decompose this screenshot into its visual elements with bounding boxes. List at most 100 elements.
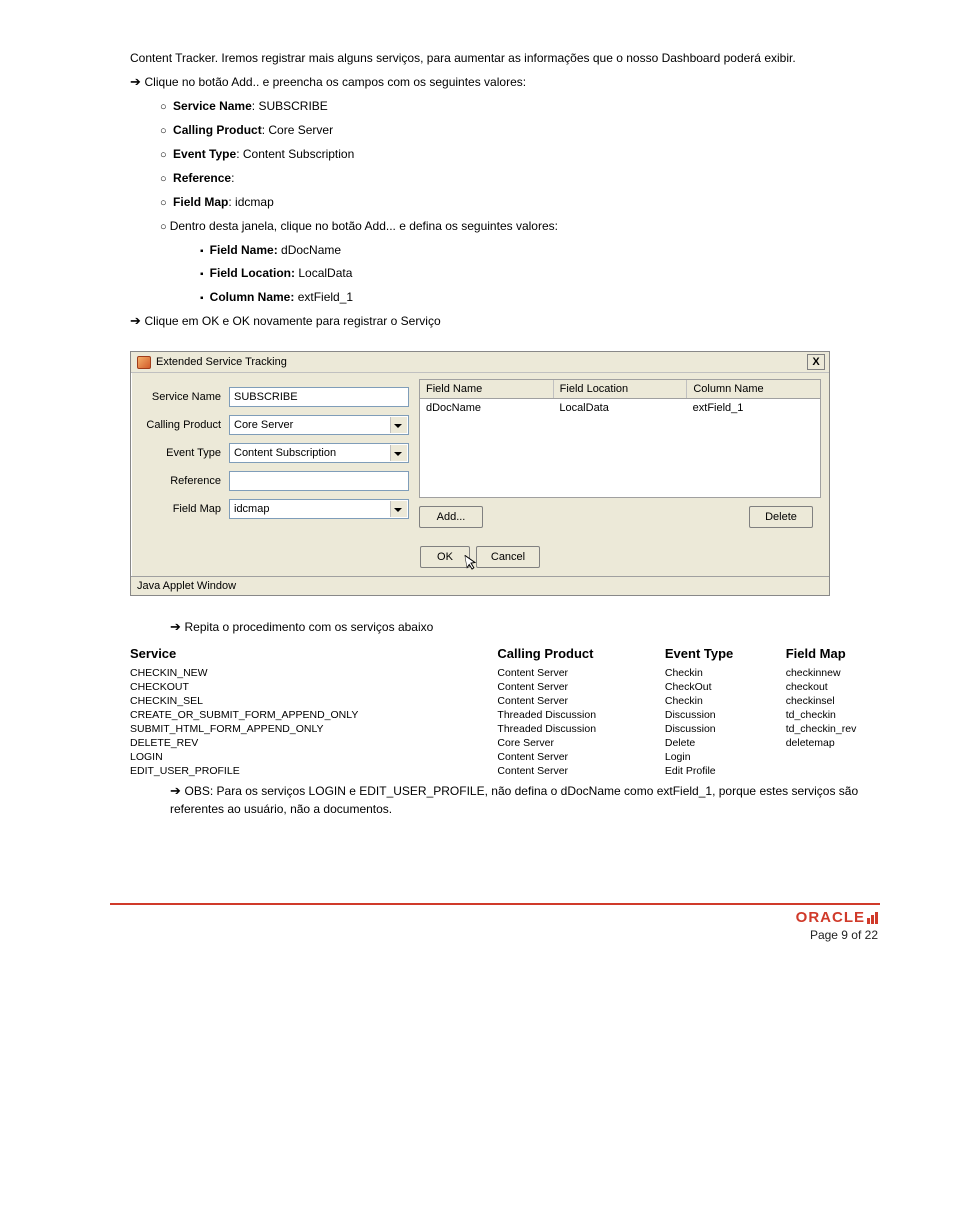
- label: Reference: [173, 171, 231, 185]
- sub-field-name: Field Name: dDocName: [200, 242, 880, 260]
- table-cell: checkinsel: [786, 694, 910, 708]
- select-event-type[interactable]: Content Subscription: [229, 443, 409, 463]
- select-value: Core Server: [234, 419, 293, 431]
- field-event-type: Event Type: Content Subscription: [160, 146, 880, 164]
- value: : Content Subscription: [236, 147, 354, 161]
- table-cell: [786, 750, 910, 764]
- table-cell: Discussion: [665, 722, 786, 736]
- table-row: EDIT_USER_PROFILEContent ServerEdit Prof…: [130, 764, 910, 778]
- table-row: LOGINContent ServerLogin: [130, 750, 910, 764]
- dialog-form-panel: Service Name SUBSCRIBE Calling Product C…: [139, 379, 409, 536]
- table-cell: deletemap: [786, 736, 910, 750]
- label: Calling Product: [173, 123, 262, 137]
- table-cell: Edit Profile: [665, 764, 786, 778]
- nested-step: Dentro desta janela, clique no botão Add…: [160, 218, 880, 236]
- delete-button[interactable]: Delete: [749, 506, 813, 528]
- table-cell: Content Server: [497, 694, 664, 708]
- field-reference: Reference:: [160, 170, 880, 188]
- table-cell: Checkin: [665, 694, 786, 708]
- grid-row[interactable]: dDocName LocalData extField_1: [420, 399, 820, 417]
- value: LocalData: [295, 266, 352, 280]
- grid-header-cell[interactable]: Field Location: [554, 380, 688, 398]
- label-event-type: Event Type: [139, 447, 229, 459]
- grid-header-cell[interactable]: Field Name: [420, 380, 554, 398]
- oracle-logo: ORACLE: [796, 909, 878, 926]
- select-value: idcmap: [234, 503, 269, 515]
- label: Event Type: [173, 147, 236, 161]
- table-row: SUBMIT_HTML_FORM_APPEND_ONLYThreaded Dis…: [130, 722, 910, 736]
- grid-header-cell[interactable]: Column Name: [687, 380, 820, 398]
- table-header-event-type: Event Type: [665, 643, 786, 666]
- table-cell: td_checkin: [786, 708, 910, 722]
- brand-text: ORACLE: [796, 909, 865, 926]
- table-cell: Delete: [665, 736, 786, 750]
- dialog-app-icon: [137, 356, 151, 369]
- table-cell: Content Server: [497, 666, 664, 680]
- grid-cell: extField_1: [687, 399, 820, 417]
- label: Field Name:: [210, 243, 278, 257]
- field-service-name: Service Name: SUBSCRIBE: [160, 98, 880, 116]
- step-click-add: Clique no botão Add.. e preencha os camp…: [130, 73, 880, 92]
- dialog-titlebar: Extended Service Tracking X: [131, 352, 829, 373]
- label-service-name: Service Name: [139, 391, 229, 403]
- table-row: CREATE_OR_SUBMIT_FORM_APPEND_ONLYThreade…: [130, 708, 910, 722]
- dialog-grid-panel: Field Name Field Location Column Name dD…: [419, 379, 821, 536]
- sub-column-name: Column Name: extField_1: [200, 289, 880, 307]
- grid-cell: LocalData: [553, 399, 686, 417]
- table-cell: Threaded Discussion: [497, 708, 664, 722]
- table-cell: Content Server: [497, 680, 664, 694]
- step-repeat: Repita o procedimento com os serviços ab…: [170, 618, 880, 637]
- table-cell: LOGIN: [130, 750, 497, 764]
- table-header-service: Service: [130, 643, 497, 666]
- cancel-button[interactable]: Cancel: [476, 546, 540, 568]
- field-field-map: Field Map: idcmap: [160, 194, 880, 212]
- close-icon[interactable]: X: [807, 354, 825, 370]
- table-cell: Core Server: [497, 736, 664, 750]
- label-reference: Reference: [139, 475, 229, 487]
- grid-body[interactable]: dDocName LocalData extField_1: [419, 398, 821, 498]
- select-calling-product[interactable]: Core Server: [229, 415, 409, 435]
- table-cell: CHECKIN_SEL: [130, 694, 497, 708]
- obs-note: OBS: Para os serviços LOGIN e EDIT_USER_…: [170, 782, 880, 818]
- dialog-status-bar: Java Applet Window: [131, 576, 829, 595]
- table-row: DELETE_REVCore ServerDeletedeletemap: [130, 736, 910, 750]
- value: :: [231, 171, 234, 185]
- field-calling-product: Calling Product: Core Server: [160, 122, 880, 140]
- table-row: CHECKIN_NEWContent ServerCheckincheckinn…: [130, 666, 910, 680]
- table-row: CHECKIN_SELContent ServerCheckincheckins…: [130, 694, 910, 708]
- intro-paragraph: Content Tracker. Iremos registrar mais a…: [130, 50, 880, 67]
- table-header-calling-product: Calling Product: [497, 643, 664, 666]
- table-header-field-map: Field Map: [786, 643, 910, 666]
- ok-button[interactable]: OK: [420, 546, 470, 568]
- value: dDocName: [278, 243, 341, 257]
- label: Service Name: [173, 99, 252, 113]
- value: : idcmap: [228, 195, 273, 209]
- table-cell: td_checkin_rev: [786, 722, 910, 736]
- label: Column Name:: [210, 290, 295, 304]
- value: : SUBSCRIBE: [252, 99, 328, 113]
- label-field-map: Field Map: [139, 503, 229, 515]
- select-field-map[interactable]: idcmap: [229, 499, 409, 519]
- input-service-name[interactable]: SUBSCRIBE: [229, 387, 409, 407]
- table-cell: EDIT_USER_PROFILE: [130, 764, 497, 778]
- table-cell: CREATE_OR_SUBMIT_FORM_APPEND_ONLY: [130, 708, 497, 722]
- table-cell: DELETE_REV: [130, 736, 497, 750]
- add-button[interactable]: Add...: [419, 506, 483, 528]
- label: Field Location:: [210, 266, 295, 280]
- services-table: Service Calling Product Event Type Field…: [130, 643, 910, 778]
- table-cell: CHECKOUT: [130, 680, 497, 694]
- table-cell: Discussion: [665, 708, 786, 722]
- page-footer: ORACLE Page 9 of 22: [110, 903, 880, 942]
- value: : Core Server: [262, 123, 333, 137]
- extended-service-tracking-dialog: Extended Service Tracking X Service Name…: [130, 351, 830, 596]
- table-cell: CHECKIN_NEW: [130, 666, 497, 680]
- value: extField_1: [294, 290, 353, 304]
- input-reference[interactable]: [229, 471, 409, 491]
- table-cell: CheckOut: [665, 680, 786, 694]
- table-cell: Login: [665, 750, 786, 764]
- select-value: Content Subscription: [234, 447, 336, 459]
- table-cell: Threaded Discussion: [497, 722, 664, 736]
- grid-header: Field Name Field Location Column Name: [419, 379, 821, 398]
- table-cell: SUBMIT_HTML_FORM_APPEND_ONLY: [130, 722, 497, 736]
- page-number: Page 9 of 22: [110, 928, 878, 942]
